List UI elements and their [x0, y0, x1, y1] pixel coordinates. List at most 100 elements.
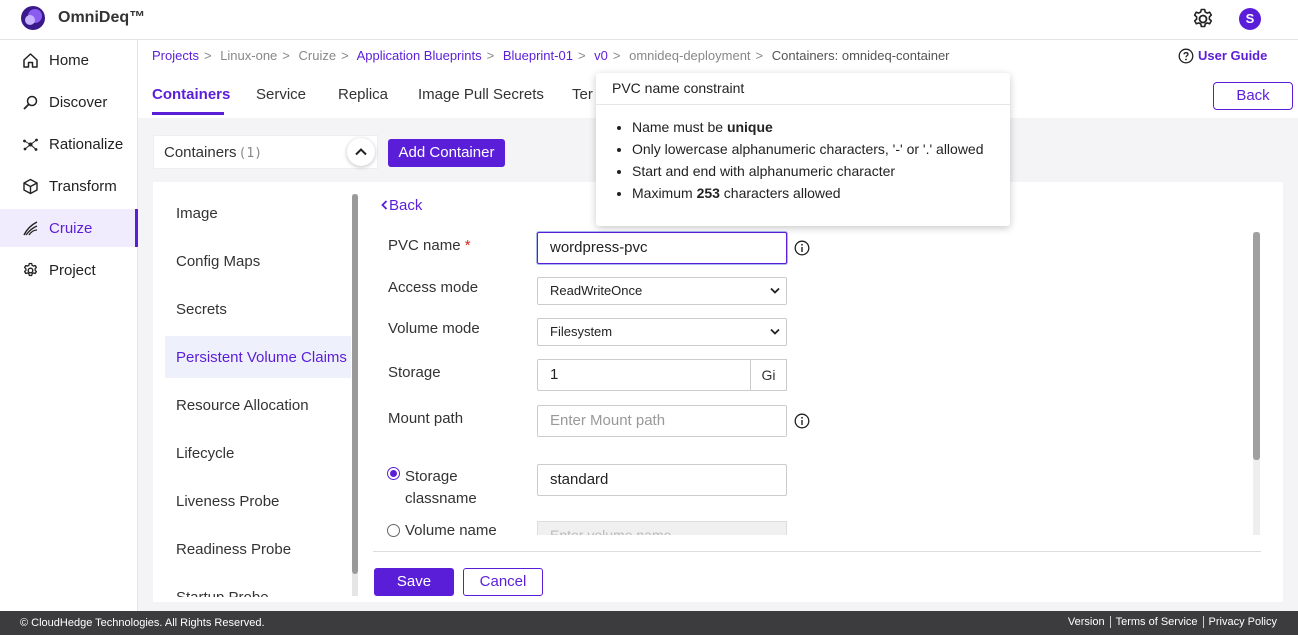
form-scrollbar[interactable] [1253, 232, 1260, 535]
menu-item-persistent-volume-claims[interactable]: Persistent Volume Claims [165, 336, 351, 378]
sidebar-item-rationalize[interactable]: Rationalize [0, 125, 138, 163]
tab-containers[interactable]: Containers [152, 86, 230, 103]
menu-item-readiness-probe[interactable]: Readiness Probe [165, 528, 351, 570]
sidebar-item-discover[interactable]: Discover [0, 83, 138, 121]
breadcrumb-separator: > [486, 48, 495, 63]
footer-terms-link[interactable]: Terms of Service [1109, 616, 1203, 628]
form-divider [373, 551, 1261, 552]
volume-mode-select[interactable]: Filesystem [537, 318, 787, 346]
breadcrumb-separator: > [612, 48, 621, 63]
tooltip-rule: Maximum 253 characters allowed [632, 184, 984, 206]
sidebar-item-label: Discover [49, 94, 108, 111]
menu-item-resource-allocation[interactable]: Resource Allocation [165, 384, 351, 426]
cancel-button[interactable]: Cancel [463, 568, 543, 596]
footer-privacy-link[interactable]: Privacy Policy [1202, 616, 1282, 628]
sidebar-item-project[interactable]: Project [0, 251, 138, 289]
menu-item-startup-probe[interactable]: Startup Probe [165, 576, 351, 597]
menu-item-lifecycle[interactable]: Lifecycle [165, 432, 351, 474]
tab-terminal[interactable]: Ter [572, 86, 593, 103]
breadcrumb-linux-one: Linux-one [220, 48, 278, 63]
menu-item-label: Config Maps [176, 253, 261, 270]
containers-header: Containers (1) [153, 135, 378, 169]
discover-icon [23, 95, 38, 110]
menu-item-liveness-probe[interactable]: Liveness Probe [165, 480, 351, 522]
containers-count: (1) [238, 146, 263, 161]
collapse-button[interactable] [347, 138, 375, 166]
cruize-icon [23, 221, 38, 236]
settings-gear-icon[interactable] [1191, 7, 1215, 31]
access-mode-label: Access mode [388, 279, 479, 296]
form-back-label: Back [389, 197, 423, 214]
containers-label: Containers [164, 144, 237, 161]
mount-path-input[interactable]: Enter Mount path [537, 405, 787, 437]
menu-item-image[interactable]: Image [165, 192, 351, 234]
pvc-name-constraint-tooltip: PVC name constraint Name must be unique … [596, 73, 1010, 226]
tooltip-rule: Only lowercase alphanumeric characters, … [632, 140, 984, 162]
sidebar-item-label: Transform [49, 178, 117, 195]
tooltip-rule: Name must be unique [632, 118, 984, 140]
copyright-text: © CloudHedge Technologies. All Rights Re… [20, 617, 265, 629]
menu-item-secrets[interactable]: Secrets [165, 288, 351, 330]
tooltip-rule-text: characters allowed [719, 185, 841, 201]
home-icon [23, 53, 38, 68]
access-mode-value: ReadWriteOnce [550, 283, 643, 298]
active-tab-indicator [152, 112, 224, 115]
pvc-name-input[interactable]: wordpress-pvc [537, 232, 787, 264]
tab-service[interactable]: Service [256, 86, 306, 103]
storage-classname-radio[interactable] [387, 467, 400, 480]
user-guide-link[interactable]: User Guide [1178, 48, 1267, 64]
form-back-link[interactable]: Back [380, 197, 422, 214]
tab-replica[interactable]: Replica [338, 86, 388, 103]
menu-item-label: Readiness Probe [176, 541, 292, 558]
footer: © CloudHedge Technologies. All Rights Re… [0, 611, 1298, 635]
volume-name-radio[interactable] [387, 524, 400, 537]
mount-path-info-icon[interactable] [794, 413, 810, 429]
tab-image-pull-secrets[interactable]: Image Pull Secrets [418, 86, 544, 103]
mount-path-label: Mount path [388, 410, 464, 427]
menu-scrollbar[interactable] [352, 194, 358, 596]
tooltip-rule: Start and end with alphanumeric characte… [632, 162, 984, 184]
access-mode-select[interactable]: ReadWriteOnce [537, 277, 787, 305]
user-guide-label: User Guide [1198, 48, 1268, 63]
storage-classname-label-line2: classname [405, 490, 477, 507]
breadcrumb-application-blueprints[interactable]: Application Blueprints [357, 48, 482, 63]
help-circle-icon [1178, 48, 1194, 64]
tooltip-rule-emphasis: unique [726, 119, 773, 135]
rationalize-icon [23, 138, 38, 151]
breadcrumb-separator: > [282, 48, 290, 63]
footer-version-link[interactable]: Version [1063, 616, 1110, 628]
project-gear-icon [23, 262, 38, 277]
menu-item-label: Startup Probe [176, 589, 269, 597]
sidebar-item-transform[interactable]: Transform [0, 167, 138, 205]
breadcrumb-projects[interactable]: Projects [152, 48, 199, 63]
save-button[interactable]: Save [374, 568, 454, 596]
storage-classname-input[interactable]: standard [537, 464, 787, 496]
breadcrumb-v0[interactable]: v0 [594, 48, 608, 63]
form-scrollbar-thumb[interactable] [1253, 232, 1260, 460]
sidebar-item-cruize[interactable]: Cruize [0, 209, 138, 247]
tooltip-rule-emphasis: 253 [696, 185, 720, 201]
storage-classname-label: Storage classname [405, 466, 477, 510]
breadcrumb: Projects > Linux-one > Cruize > Application… [152, 48, 955, 66]
back-button[interactable]: Back [1213, 82, 1293, 110]
breadcrumb-blueprint-01[interactable]: Blueprint-01 [503, 48, 573, 63]
volume-name-input[interactable]: Enter volume name [537, 521, 787, 535]
pvc-name-label: PVC name * [388, 237, 471, 254]
add-container-button[interactable]: Add Container [388, 139, 505, 167]
menu-scrollbar-thumb[interactable] [352, 194, 358, 574]
breadcrumb-separator: > [203, 48, 212, 63]
volume-mode-value: Filesystem [550, 324, 613, 339]
user-avatar[interactable]: S [1239, 8, 1261, 30]
sidebar-item-home[interactable]: Home [0, 41, 138, 79]
storage-label: Storage [388, 364, 441, 381]
breadcrumb-current: Containers: omnideq-container [771, 48, 950, 63]
chevron-up-icon [355, 148, 367, 156]
storage-input[interactable]: 1 [537, 359, 751, 391]
transform-icon [23, 178, 38, 195]
footer-links: Version Terms of Service Privacy Policy [1063, 616, 1282, 628]
breadcrumb-deployment: omnideq-deployment [629, 48, 751, 63]
tooltip-rules-list: Name must be unique Only lowercase alpha… [632, 118, 984, 206]
pvc-name-info-icon[interactable] [794, 240, 810, 256]
menu-item-config-maps[interactable]: Config Maps [165, 240, 351, 282]
required-mark: * [464, 237, 471, 254]
